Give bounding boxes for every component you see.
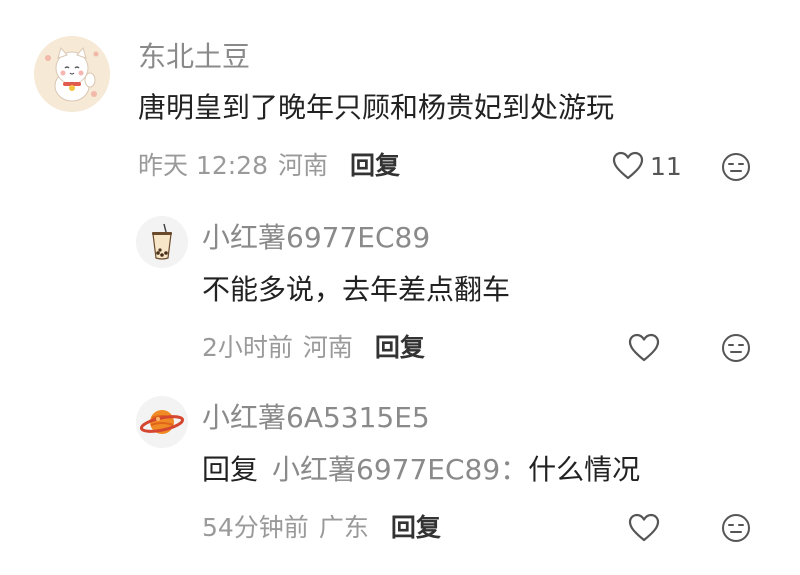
like-count: 11 (650, 151, 682, 181)
avatar[interactable] (136, 396, 188, 448)
like-button[interactable] (628, 333, 660, 363)
comment-time: 2小时前 (202, 333, 293, 362)
like-button[interactable] (628, 513, 660, 543)
comment-username[interactable]: 东北土豆 (138, 40, 250, 74)
comment-text: 不能多说，去年差点翻车 (202, 273, 511, 306)
lucky-cat-avatar-icon (34, 36, 110, 112)
comment-location: 河南 (302, 333, 353, 362)
neutral-face-icon (722, 153, 750, 181)
reply-prefix: 回复 (202, 453, 259, 486)
heart-icon (612, 151, 644, 180)
comment-location: 广东 (318, 513, 369, 542)
bubble-tea-avatar-icon (136, 216, 188, 268)
heart-icon (628, 513, 660, 542)
reply-button[interactable]: 回复 (391, 513, 441, 542)
comment-body: 什么情况 (528, 453, 641, 486)
comment-location: 河南 (278, 151, 329, 180)
comment-time: 昨天 12:28 (138, 151, 268, 180)
comment-meta: 2小时前 河南 回复 (202, 332, 425, 364)
neutral-face-icon (722, 514, 750, 542)
planet-avatar-icon (136, 396, 188, 448)
comment-text: 唐明皇到了晚年只顾和杨贵妃到处游玩 (138, 91, 615, 124)
comment-text: 回复 小红薯6977EC89：什么情况 (202, 452, 640, 488)
avatar[interactable] (34, 36, 110, 112)
reply-button[interactable]: 回复 (350, 151, 400, 180)
neutral-face-icon (722, 334, 750, 362)
emoji-reaction-button[interactable] (721, 333, 751, 367)
like-button[interactable]: 11 (612, 151, 682, 181)
avatar[interactable] (136, 216, 188, 268)
comment-meta: 54分钟前 广东 回复 (202, 512, 441, 544)
emoji-reaction-button[interactable] (721, 513, 751, 547)
reply-button[interactable]: 回复 (375, 333, 425, 362)
comment-username[interactable]: 小红薯6977EC89 (202, 221, 430, 255)
comment-username[interactable]: 小红薯6A5315E5 (202, 401, 430, 435)
emoji-reaction-button[interactable] (721, 152, 751, 186)
reply-target-username[interactable]: 小红薯6977EC89： (272, 453, 528, 486)
comment-meta: 昨天 12:28 河南 回复 (138, 150, 400, 182)
comment-time: 54分钟前 (202, 513, 309, 542)
heart-icon (628, 333, 660, 362)
